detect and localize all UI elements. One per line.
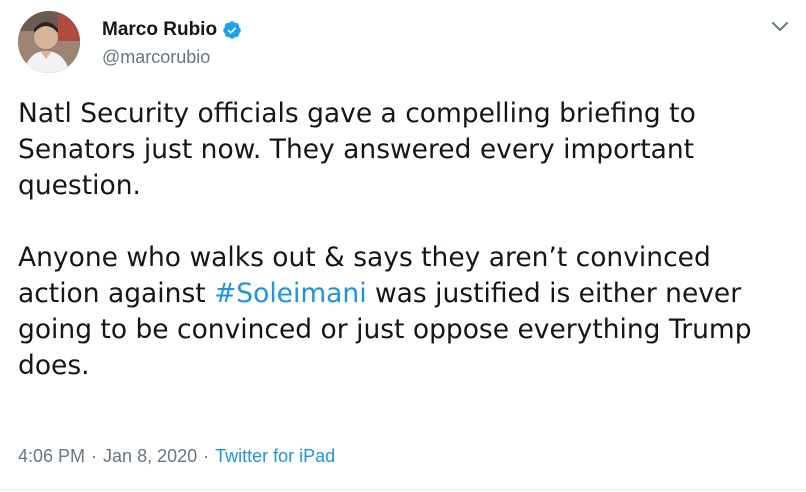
tweet-date[interactable]: Jan 8, 2020 xyxy=(103,446,197,467)
meta-separator: · xyxy=(91,446,98,466)
hashtag-link[interactable]: #Soleimani xyxy=(214,278,366,309)
divider xyxy=(0,489,806,490)
avatar-image xyxy=(18,11,80,73)
tweet-paragraph-2: Anyone who walks out & says they aren’t … xyxy=(18,240,798,384)
verified-badge-icon xyxy=(223,21,241,39)
meta-separator: · xyxy=(203,446,210,466)
tweet-source-link[interactable]: Twitter for iPad xyxy=(215,446,335,467)
author-display-name[interactable]: Marco Rubio xyxy=(102,19,217,41)
chevron-down-icon[interactable] xyxy=(770,19,790,33)
tweet-text: Natl Security officials gave a compellin… xyxy=(18,96,798,384)
tweet-paragraph-1: Natl Security officials gave a compellin… xyxy=(18,98,696,202)
tweet-time[interactable]: 4:06 PM xyxy=(18,446,85,467)
author-handle[interactable]: @marcorubio xyxy=(102,47,210,68)
avatar[interactable] xyxy=(18,11,80,73)
tweet-metadata: 4:06 PM · Jan 8, 2020 · Twitter for iPad xyxy=(18,446,335,467)
author-name-row: Marco Rubio xyxy=(102,19,242,41)
